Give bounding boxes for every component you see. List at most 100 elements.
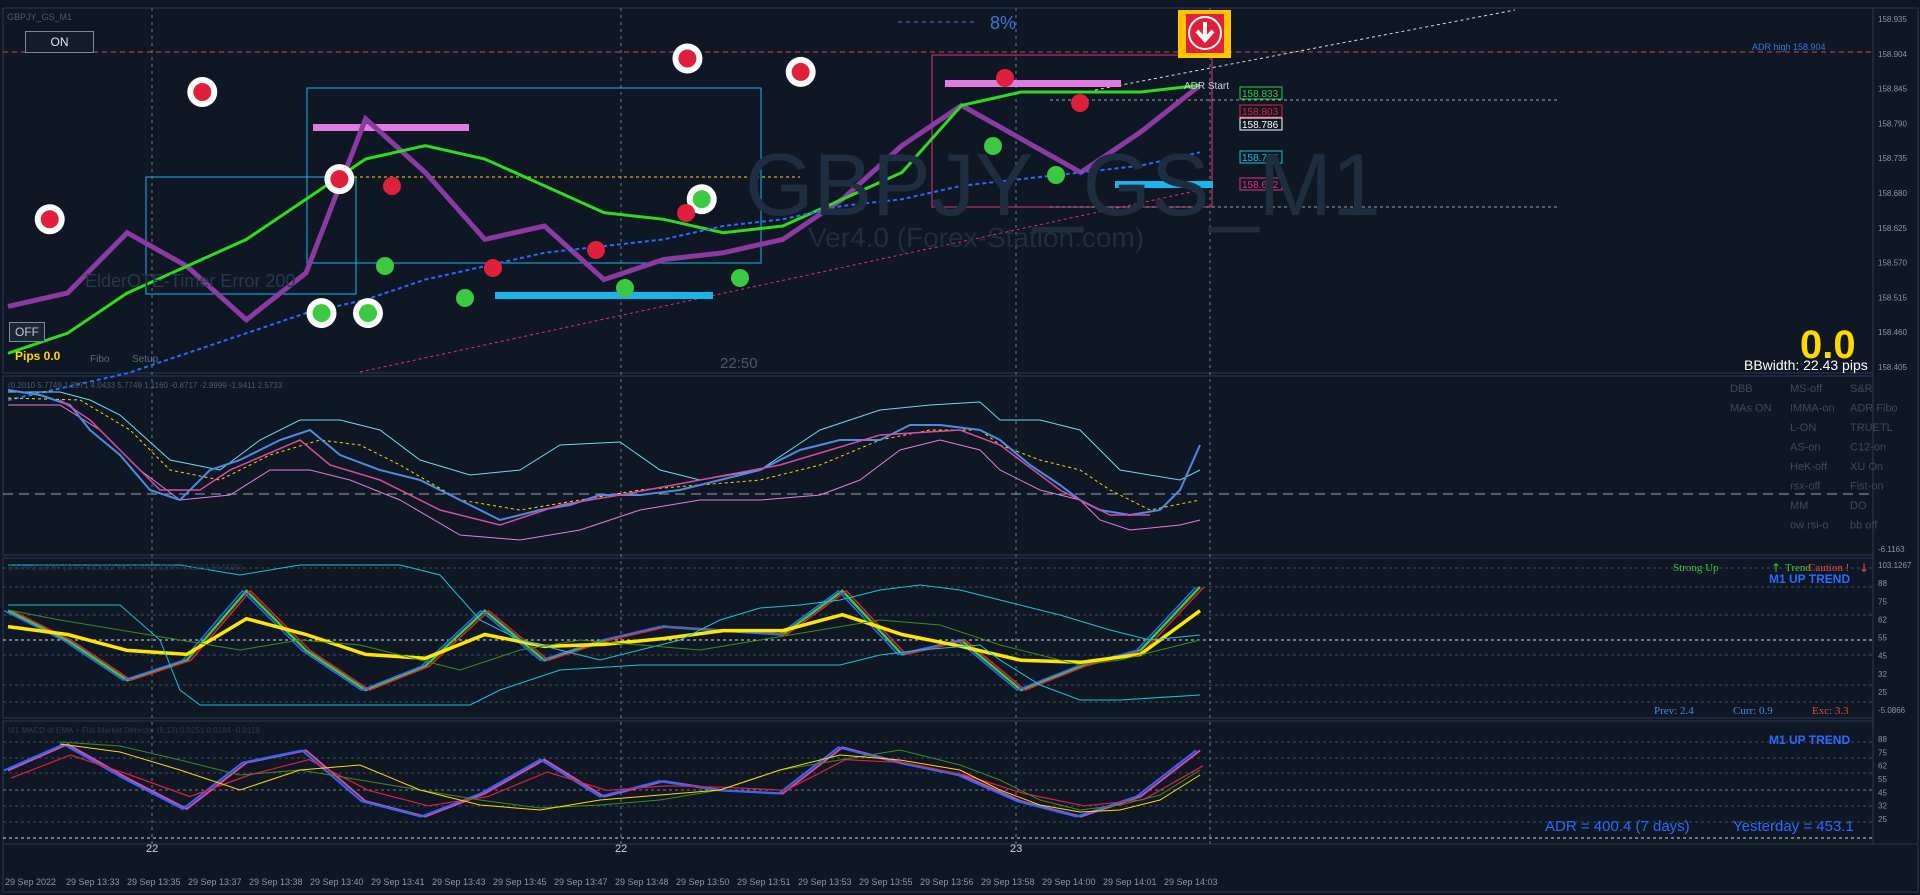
buy-signal-dot-5 — [312, 304, 331, 323]
price-axis-tick-8: 158.515 — [1878, 293, 1907, 302]
on-button[interactable]: ON — [25, 31, 94, 53]
support-bar-1 — [495, 292, 713, 299]
panel2-toggle-3-2[interactable]: C12-on — [1850, 442, 1886, 454]
exc-value: Exc: 3.3 — [1812, 705, 1849, 717]
bbwidth-text: BBwidth: 22.43 pips — [1744, 357, 1868, 373]
sell-arrow-icon[interactable] — [1178, 10, 1231, 58]
panel2-toggle-5-2[interactable]: Fist-on — [1850, 481, 1884, 493]
panel2-toggle-7-1[interactable]: ow rsi-o — [1790, 520, 1829, 532]
macd-axis-tick-6: 25 — [1878, 815, 1887, 824]
watermark-symbol: GBPJY_GS_M1 — [745, 135, 1381, 234]
panel2-toggle-3-1[interactable]: AS-on — [1790, 442, 1821, 454]
panel2-toggle-4-1[interactable]: HeK-off — [1790, 461, 1828, 473]
signal-dot-7 — [456, 289, 474, 307]
adr-right-tag: ADR high 158.904 — [1752, 42, 1826, 52]
price-tag-0: 158.833 — [1242, 89, 1279, 100]
time-label-5: 29 Sep 13:40 — [310, 877, 364, 887]
price-tag-1: 158.803 — [1242, 107, 1279, 118]
buy-signal-dot-7 — [692, 190, 711, 209]
off-button[interactable]: OFF — [9, 322, 45, 342]
trend-axis-tick-1: 88 — [1878, 579, 1887, 588]
sell-signal-dot-2 — [330, 170, 349, 189]
time-label-6: 29 Sep 13:41 — [371, 877, 425, 887]
fibo-label: Fibo — [90, 354, 110, 365]
price-axis-tick-2: 158.845 — [1878, 85, 1907, 94]
trend-axis-tick-5: 45 — [1878, 652, 1887, 661]
price-axis-tick-3: 158.790 — [1878, 119, 1907, 128]
curr-value: Curr: 0.9 — [1733, 705, 1773, 717]
osc-right-value: -6.1163 — [1878, 545, 1905, 554]
time-label-3: 29 Sep 13:37 — [188, 877, 242, 887]
resistance-bar-2 — [945, 80, 1121, 87]
trend-axis-tick-3: 62 — [1878, 615, 1887, 624]
trend-panel-title: (Ehlers) (28.84 (10.8) 63.8312 68.4734 5… — [8, 563, 243, 572]
day-marker-1: 22 — [615, 843, 627, 855]
caution-arrow-icon: ↓ — [1859, 561, 1869, 575]
time-label-13: 29 Sep 13:53 — [798, 877, 852, 887]
signal-dot-5 — [1071, 94, 1089, 112]
panel2-toggle-6-2[interactable]: DO — [1850, 500, 1867, 512]
trend-up-label: M1 UP TREND — [1769, 572, 1850, 586]
panel2-toggle-6-1[interactable]: MM — [1790, 500, 1808, 512]
signal-dot-1 — [484, 259, 502, 277]
panel2-toggle-0-2[interactable]: S&R — [1850, 383, 1873, 395]
time-label-10: 29 Sep 13:48 — [615, 877, 669, 887]
sell-signal-dot-3 — [678, 49, 697, 68]
macd-axis-tick-1: 75 — [1878, 748, 1887, 757]
adr-start-label: ADR Start — [1184, 81, 1229, 92]
signal-dot-8 — [616, 279, 634, 297]
panel2-toggle-1-1[interactable]: IMMA-on — [1790, 403, 1835, 415]
macd-axis-tick-5: 32 — [1878, 802, 1887, 811]
trend-axis-tick-0: 103.1267 — [1878, 561, 1912, 570]
price-axis-tick-9: 158.460 — [1878, 328, 1907, 337]
pips-text: Pips 0.0 — [15, 349, 61, 363]
sell-signal-dot-0 — [40, 210, 59, 229]
time-label-14: 29 Sep 13:55 — [859, 877, 913, 887]
trend-axis-tick-2: 75 — [1878, 597, 1887, 606]
time-label-8: 29 Sep 13:45 — [493, 877, 547, 887]
panel2-toggle-1-0[interactable]: MAs ON — [1730, 403, 1772, 415]
price-axis-tick-0: 158.935 — [1878, 15, 1907, 24]
panel2-toggle-5-1[interactable]: rsx-off — [1790, 481, 1821, 493]
time-label-7: 29 Sep 13:43 — [432, 877, 486, 887]
day-marker-0: 22 — [146, 843, 158, 855]
panel2-toggle-0-0[interactable]: DBB — [1730, 383, 1753, 395]
time-label-18: 29 Sep 14:01 — [1103, 877, 1157, 887]
strong-up-label: Strong Up — [1673, 562, 1719, 574]
resistance-bar-1 — [313, 124, 469, 131]
price-tag-2: 158.786 — [1242, 120, 1279, 131]
sell-signal-dot-4 — [791, 62, 810, 81]
watermark-brand: Ver4.0 (Forex-Station.com) — [808, 222, 1144, 253]
price-axis-tick-5: 158.680 — [1878, 189, 1907, 198]
macd-axis-tick-2: 62 — [1878, 762, 1887, 771]
signal-dot-6 — [376, 257, 394, 275]
macd-axis-labels: 88 75 62 55 45 32 25 — [1878, 735, 1887, 824]
price-axis-tick-10: 158.405 — [1878, 363, 1907, 372]
sell-signal-dot-1 — [193, 83, 212, 102]
macd-axis-tick-4: 45 — [1878, 788, 1887, 797]
day-marker-2: 23 — [1010, 843, 1022, 855]
yesterday-value: Yesterday = 453.1 — [1733, 818, 1854, 835]
signal-dot-0 — [383, 177, 401, 195]
panel2-toggle-1-2[interactable]: ADR Fibo — [1850, 403, 1898, 415]
panel2-toggle-7-2[interactable]: bb off — [1850, 520, 1878, 532]
panel2-toggle-0-1[interactable]: MS-off — [1790, 383, 1823, 395]
signal-dot-9 — [731, 269, 749, 287]
macd-axis-tick-0: 88 — [1878, 735, 1887, 744]
trend-axis-tick-6: 32 — [1878, 670, 1887, 679]
signal-dot-2 — [587, 241, 605, 259]
trend-panel-frame — [2, 557, 1874, 719]
panel2-toggle-4-2[interactable]: XU On — [1850, 461, 1883, 473]
signal-dot-4 — [996, 69, 1014, 87]
panel2-toggle-2-1[interactable]: L-ON — [1790, 422, 1816, 434]
price-axis-tick-7: 158.570 — [1878, 259, 1907, 268]
time-label-12: 29 Sep 13:51 — [737, 877, 791, 887]
panel2-toggle-2-2[interactable]: TRUETL — [1850, 422, 1893, 434]
oscillator-panel-frame — [2, 375, 1874, 556]
percent-label: 8% — [990, 13, 1016, 33]
price-axis-tick-4: 158.735 — [1878, 154, 1907, 163]
time-label-1: 29 Sep 13:33 — [66, 877, 120, 887]
trend-axis-tick-4: 55 — [1878, 634, 1887, 643]
adr-value: ADR = 400.4 (7 days) — [1545, 818, 1690, 835]
time-label-15: 29 Sep 13:56 — [920, 877, 974, 887]
